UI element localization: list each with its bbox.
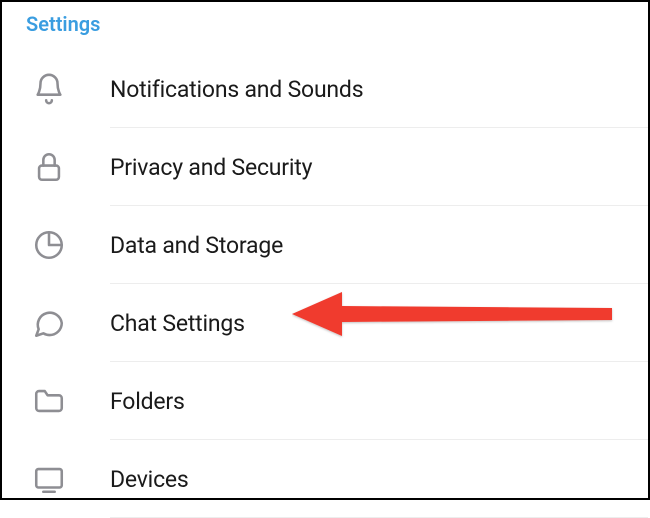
- section-title: Settings: [26, 12, 100, 36]
- settings-item-devices[interactable]: Devices: [2, 440, 648, 518]
- settings-item-label: Chat Settings: [110, 310, 245, 337]
- settings-item-data-storage[interactable]: Data and Storage: [2, 206, 648, 284]
- folder-icon: [32, 384, 110, 418]
- pie-icon: [32, 228, 110, 262]
- section-header: Settings: [2, 2, 648, 50]
- chat-icon: [32, 306, 110, 340]
- settings-item-label: Data and Storage: [110, 232, 283, 259]
- bell-icon: [32, 72, 110, 106]
- settings-item-folders[interactable]: Folders: [2, 362, 648, 440]
- settings-item-label: Devices: [110, 466, 189, 493]
- settings-list: Notifications and Sounds Privacy and Sec…: [2, 50, 648, 518]
- settings-item-label: Notifications and Sounds: [110, 76, 363, 103]
- settings-item-chat[interactable]: Chat Settings: [2, 284, 648, 362]
- device-icon: [32, 462, 110, 496]
- settings-item-privacy[interactable]: Privacy and Security: [2, 128, 648, 206]
- lock-icon: [32, 150, 110, 184]
- settings-item-notifications[interactable]: Notifications and Sounds: [2, 50, 648, 128]
- settings-item-label: Privacy and Security: [110, 154, 312, 181]
- settings-item-label: Folders: [110, 388, 185, 415]
